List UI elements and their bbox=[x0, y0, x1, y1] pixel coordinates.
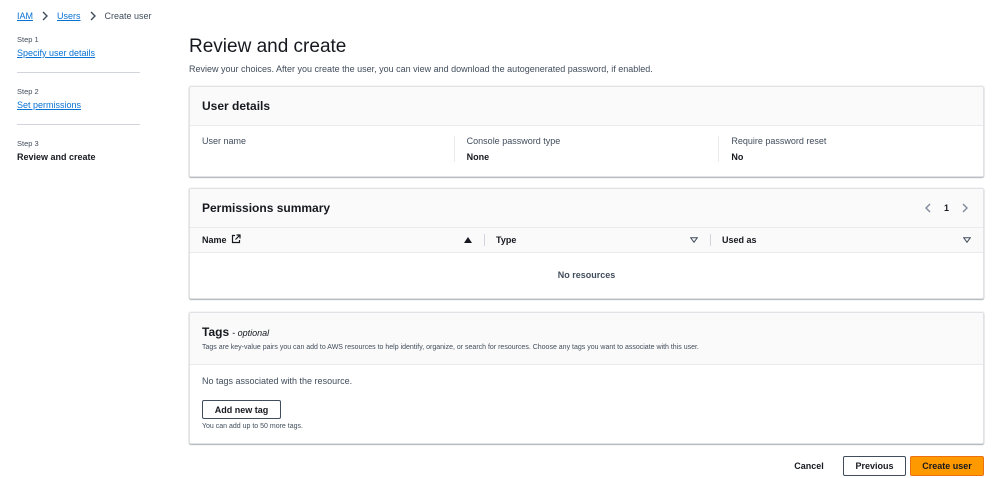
tags-container: Tags - optional Tags are key-value pairs… bbox=[189, 312, 984, 444]
previous-button[interactable]: Previous bbox=[843, 456, 906, 476]
chevron-right-icon[interactable] bbox=[959, 202, 971, 214]
page-header: Review and create Review your choices. A… bbox=[189, 36, 984, 74]
column-header-name[interactable]: Name bbox=[190, 228, 484, 252]
tags-title: Tags bbox=[202, 325, 230, 339]
user-details-grid: User name Console password type None Req… bbox=[190, 126, 983, 162]
breadcrumb-current: Create user bbox=[104, 11, 152, 21]
kv-console-password-type: Console password type None bbox=[453, 136, 719, 162]
kv-label: Require password reset bbox=[731, 136, 827, 146]
chevron-left-icon[interactable] bbox=[922, 202, 934, 214]
step-link-set-permissions[interactable]: Set permissions bbox=[17, 100, 140, 110]
kv-label: Console password type bbox=[466, 136, 561, 146]
wizard-step-1: Step 1 Specify user details bbox=[17, 35, 140, 73]
step-current-review-and-create: Review and create bbox=[17, 152, 96, 162]
wizard-step-2: Step 2 Set permissions bbox=[17, 87, 140, 125]
external-link-icon bbox=[231, 234, 241, 246]
breadcrumb-iam[interactable]: IAM bbox=[17, 11, 33, 21]
add-new-tag-button[interactable]: Add new tag bbox=[202, 400, 281, 419]
step-number: Step 2 bbox=[17, 87, 39, 96]
column-label: Used as bbox=[722, 235, 757, 245]
pagination: 1 bbox=[922, 202, 971, 214]
permissions-title: Permissions summary bbox=[202, 201, 331, 215]
breadcrumb: IAM Users Create user bbox=[17, 10, 152, 22]
chevron-right-icon bbox=[39, 10, 51, 22]
kv-value: No bbox=[731, 152, 744, 162]
sort-icon[interactable] bbox=[962, 235, 972, 245]
tags-title-row: Tags - optional bbox=[202, 325, 971, 339]
kv-user-name: User name bbox=[190, 136, 454, 162]
create-user-button[interactable]: Create user bbox=[910, 456, 984, 476]
kv-label: User name bbox=[202, 136, 247, 146]
step-number: Step 1 bbox=[17, 35, 39, 44]
wizard-actions: Cancel Previous Create user bbox=[781, 456, 984, 476]
page-description: Review your choices. After you create th… bbox=[189, 64, 653, 74]
table-header: Name Type Used as bbox=[190, 228, 983, 253]
cancel-button[interactable]: Cancel bbox=[781, 456, 837, 476]
column-label: Name bbox=[202, 235, 227, 245]
wizard-step-3: Step 3 Review and create bbox=[17, 139, 140, 176]
user-details-container: User details User name Console password … bbox=[189, 86, 984, 177]
kv-value: None bbox=[466, 152, 490, 162]
tags-hint: You can add up to 50 more tags. bbox=[202, 423, 303, 430]
kv-require-password-reset: Require password reset No bbox=[718, 136, 983, 162]
column-header-type[interactable]: Type bbox=[484, 228, 710, 252]
permissions-summary-container: Permissions summary 1 Name Type Used as … bbox=[189, 188, 984, 299]
page-number[interactable]: 1 bbox=[944, 203, 949, 213]
empty-state: No resources bbox=[557, 270, 616, 280]
sort-icon[interactable] bbox=[689, 235, 699, 245]
page-title: Review and create bbox=[189, 36, 347, 57]
breadcrumb-users[interactable]: Users bbox=[57, 11, 81, 21]
step-number: Step 3 bbox=[17, 139, 39, 148]
column-label: Type bbox=[496, 235, 517, 245]
wizard-steps: Step 1 Specify user details Step 2 Set p… bbox=[17, 35, 140, 190]
tags-header: Tags - optional Tags are key-value pairs… bbox=[190, 313, 983, 365]
tags-empty-state: No tags associated with the resource. bbox=[202, 376, 353, 386]
tags-body: No tags associated with the resource. Ad… bbox=[190, 365, 983, 430]
step-link-specify-user-details[interactable]: Specify user details bbox=[17, 48, 140, 58]
optional-label: - optional bbox=[232, 328, 270, 338]
tags-description: Tags are key-value pairs you can add to … bbox=[202, 344, 699, 351]
column-header-used-as[interactable]: Used as bbox=[710, 228, 983, 252]
permissions-header: Permissions summary 1 bbox=[190, 189, 983, 228]
user-details-header: User details bbox=[190, 87, 983, 126]
sort-ascending-icon[interactable] bbox=[464, 235, 472, 245]
chevron-right-icon bbox=[87, 10, 99, 22]
user-details-title: User details bbox=[202, 99, 271, 113]
